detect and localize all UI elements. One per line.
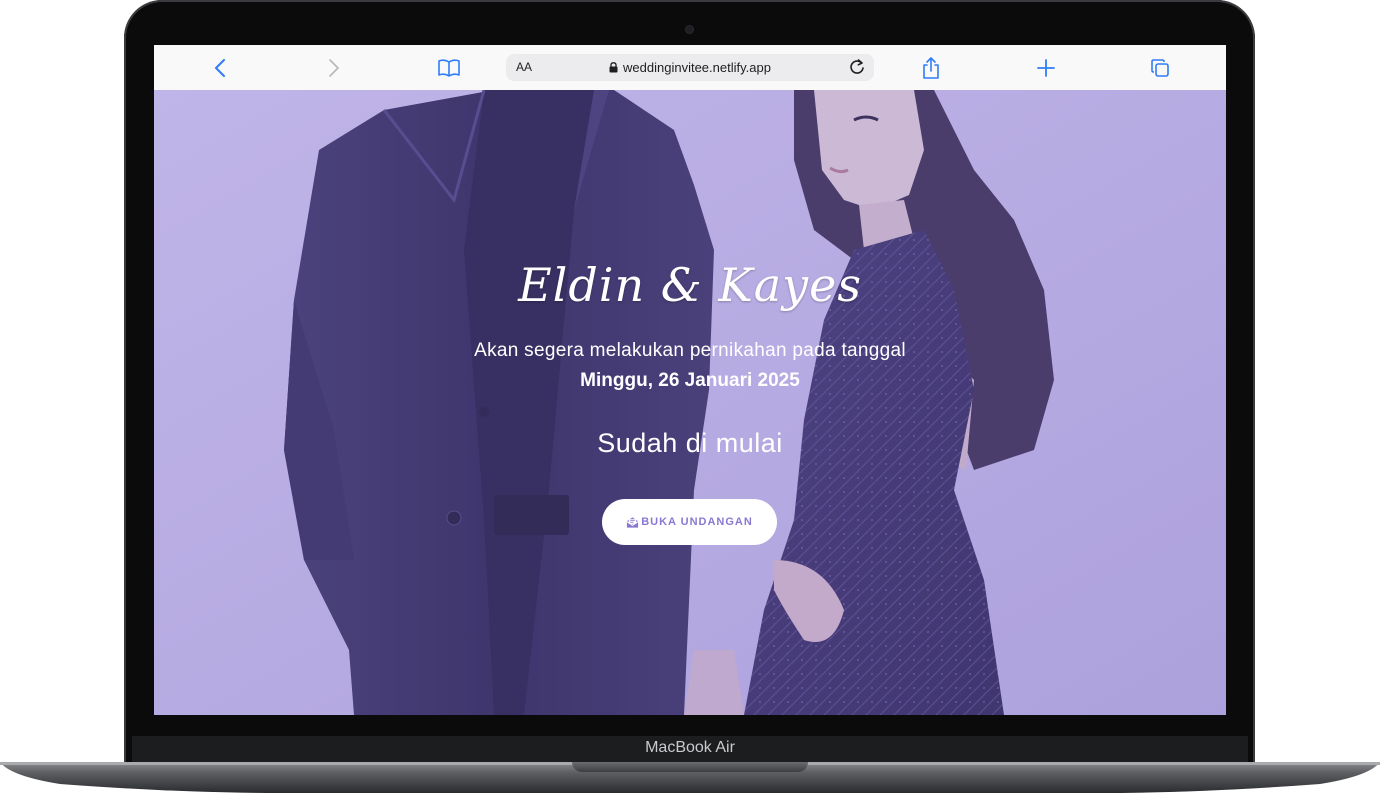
share-icon[interactable] bbox=[919, 56, 943, 80]
lock-icon bbox=[609, 62, 618, 73]
url-display: weddinginvitee.netlify.app bbox=[506, 60, 874, 75]
couple-names: Eldin & Kayes bbox=[518, 258, 862, 312]
browser-screen: AA weddinginvitee.netlify.app Eldin & Ka… bbox=[154, 45, 1226, 715]
envelope-open-icon bbox=[626, 516, 639, 528]
hero-content: Eldin & Kayes Akan segera melakukan pern… bbox=[154, 90, 1226, 715]
wedding-date: Minggu, 26 Januari 2025 bbox=[580, 370, 800, 391]
browser-toolbar: AA weddinginvitee.netlify.app bbox=[154, 45, 1226, 91]
laptop-hinge-notch bbox=[572, 762, 808, 772]
hero-section: Eldin & Kayes Akan segera melakukan pern… bbox=[154, 90, 1226, 715]
reload-icon[interactable] bbox=[848, 58, 866, 76]
camera-icon bbox=[686, 26, 693, 33]
plus-icon[interactable] bbox=[1034, 56, 1058, 80]
countdown-status: Sudah di mulai bbox=[597, 428, 783, 458]
device-model-label: MacBook Air bbox=[645, 739, 735, 756]
announcement-text: Akan segera melakukan pernikahan pada ta… bbox=[474, 340, 906, 361]
tabs-icon[interactable] bbox=[1148, 56, 1172, 80]
chevron-right-icon[interactable] bbox=[322, 56, 346, 80]
chevron-left-icon[interactable] bbox=[208, 56, 232, 80]
book-icon[interactable] bbox=[437, 56, 461, 80]
address-bar[interactable]: AA weddinginvitee.netlify.app bbox=[506, 54, 874, 81]
open-invitation-button[interactable]: BUKA UNDANGAN bbox=[602, 499, 777, 545]
open-invitation-label: BUKA UNDANGAN bbox=[641, 516, 753, 528]
url-text: weddinginvitee.netlify.app bbox=[623, 60, 771, 75]
